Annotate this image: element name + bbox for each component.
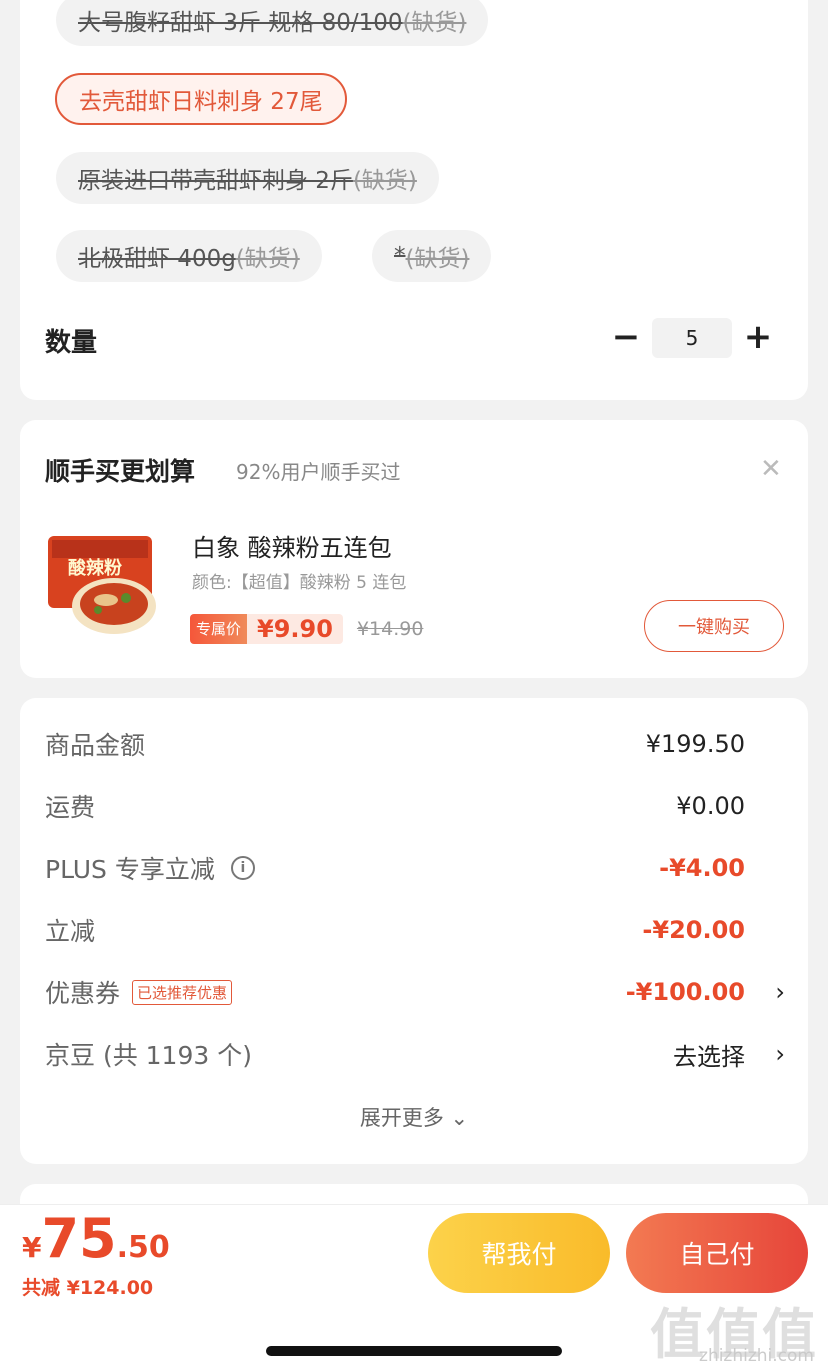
summary-row-shipping: 运费 ¥0.00 [45, 786, 785, 826]
discount-value: -¥20.00 [642, 916, 745, 944]
product-image-label: 酸辣粉 [68, 557, 122, 579]
quantity-plus-button[interactable]: + [738, 317, 778, 357]
plus-discount-value: -¥4.00 [659, 854, 745, 882]
quantity-label: 数量 [45, 328, 98, 358]
help-pay-button[interactable]: 帮我付 [428, 1213, 610, 1293]
chevron-right-icon[interactable]: › [775, 978, 785, 1006]
spec-chip-4[interactable]: 北极甜虾 400g (缺货) [56, 230, 322, 282]
shipping-value: ¥0.00 [676, 792, 745, 820]
total-decimal: .50 [116, 1230, 170, 1265]
plus-discount-label: PLUS 专享立减 [45, 855, 215, 884]
shipping-label: 运费 [45, 793, 96, 822]
total-integer: 75 [41, 1207, 117, 1270]
exclusive-price: ¥9.90 [247, 614, 343, 644]
recommend-card: 顺手买更划算 92%用户顺手买过 ✕ 酸辣粉 白象 酸辣粉五连包 颜色:【超值】… [20, 420, 808, 678]
summary-row-jingdou[interactable]: 京豆 (共 1193 个) 去选择 › [45, 1034, 785, 1074]
spec-chip-3[interactable]: 原装进口带壳甜虾刺身 2斤 (缺货) [56, 152, 439, 204]
coupon-label: 优惠券 [45, 979, 121, 1008]
spec-card: 大号腹籽甜虾 3斤 规格 80/100 (缺货) 去壳甜虾日料刺身 27尾 原装… [20, 0, 808, 400]
expand-more-button[interactable]: 展开更多 ⌄ [20, 1102, 808, 1132]
price-tag-badge: 专属价 [190, 614, 248, 644]
spec-chip-name: 北极甜虾 400g [78, 246, 236, 272]
spec-chip-name: * [394, 243, 406, 269]
recommend-subtitle: 92%用户顺手买过 [236, 460, 401, 484]
home-indicator[interactable] [266, 1346, 562, 1356]
spec-chip-tag: (缺货) [402, 10, 467, 36]
total-price: ¥75.50 [22, 1207, 170, 1270]
spec-chip-name: 去壳甜虾日料刺身 27尾 [79, 89, 323, 115]
spec-chip-2[interactable]: 去壳甜虾日料刺身 27尾 [55, 73, 347, 125]
spec-chip-tag: (缺货) [405, 246, 470, 272]
quantity-input[interactable]: 5 [652, 318, 732, 358]
recommend-product-name[interactable]: 白象 酸辣粉五连包 [192, 528, 392, 563]
goods-amount-label: 商品金额 [45, 731, 146, 760]
spec-chip-name: 大号腹籽甜虾 3斤 规格 80/100 [78, 10, 403, 36]
total-currency: ¥ [22, 1231, 42, 1264]
close-icon[interactable]: ✕ [760, 454, 782, 484]
info-icon[interactable]: i [230, 856, 255, 880]
spec-chip-tag: (缺货) [235, 246, 300, 272]
watermark-url: zhizhizhi.com [699, 1346, 814, 1366]
chevron-right-icon[interactable]: › [775, 1040, 785, 1068]
one-click-buy-button[interactable]: 一键购买 [644, 600, 784, 652]
recommend-title: 顺手买更划算 [45, 457, 196, 486]
self-pay-button[interactable]: 自己付 [626, 1213, 808, 1293]
summary-row-coupon[interactable]: 优惠券 已选推荐优惠 -¥100.00 › [45, 972, 785, 1012]
spec-chip-name: 原装进口带壳甜虾刺身 2斤 [78, 168, 353, 194]
summary-card: 商品金额 ¥199.50 运费 ¥0.00 PLUS 专享立减 i -¥4.00… [20, 698, 808, 1164]
summary-row-plus: PLUS 专享立减 i -¥4.00 [45, 848, 785, 888]
summary-row-goods: 商品金额 ¥199.50 [45, 724, 785, 764]
spec-chip-1[interactable]: 大号腹籽甜虾 3斤 规格 80/100 (缺货) [56, 0, 489, 46]
bottom-bar: ¥75.50 共减 ¥124.00 帮我付 自己付 [0, 1204, 828, 1304]
spec-chip-5[interactable]: * (缺货) [372, 230, 492, 282]
jingdou-label: 京豆 (共 1193 个) [45, 1041, 252, 1070]
original-price: ¥14.90 [356, 618, 424, 640]
discount-label: 立减 [45, 917, 96, 946]
goods-amount-value: ¥199.50 [645, 730, 745, 758]
coupon-badge: 已选推荐优惠 [132, 979, 233, 1005]
recommend-price: 专属价 ¥9.90 ¥14.90 [190, 612, 423, 646]
jingdou-value: 去选择 [673, 1042, 745, 1071]
product-image[interactable]: 酸辣粉 [44, 530, 164, 640]
total-saved: 共减 ¥124.00 [22, 1277, 154, 1299]
summary-row-discount: 立减 -¥20.00 [45, 910, 785, 950]
recommend-product-spec: 颜色:【超值】酸辣粉 5 连包 [192, 573, 407, 593]
coupon-value: -¥100.00 [625, 978, 745, 1006]
spec-chip-tag: (缺货) [352, 168, 417, 194]
quantity-minus-button[interactable]: − [606, 317, 646, 357]
